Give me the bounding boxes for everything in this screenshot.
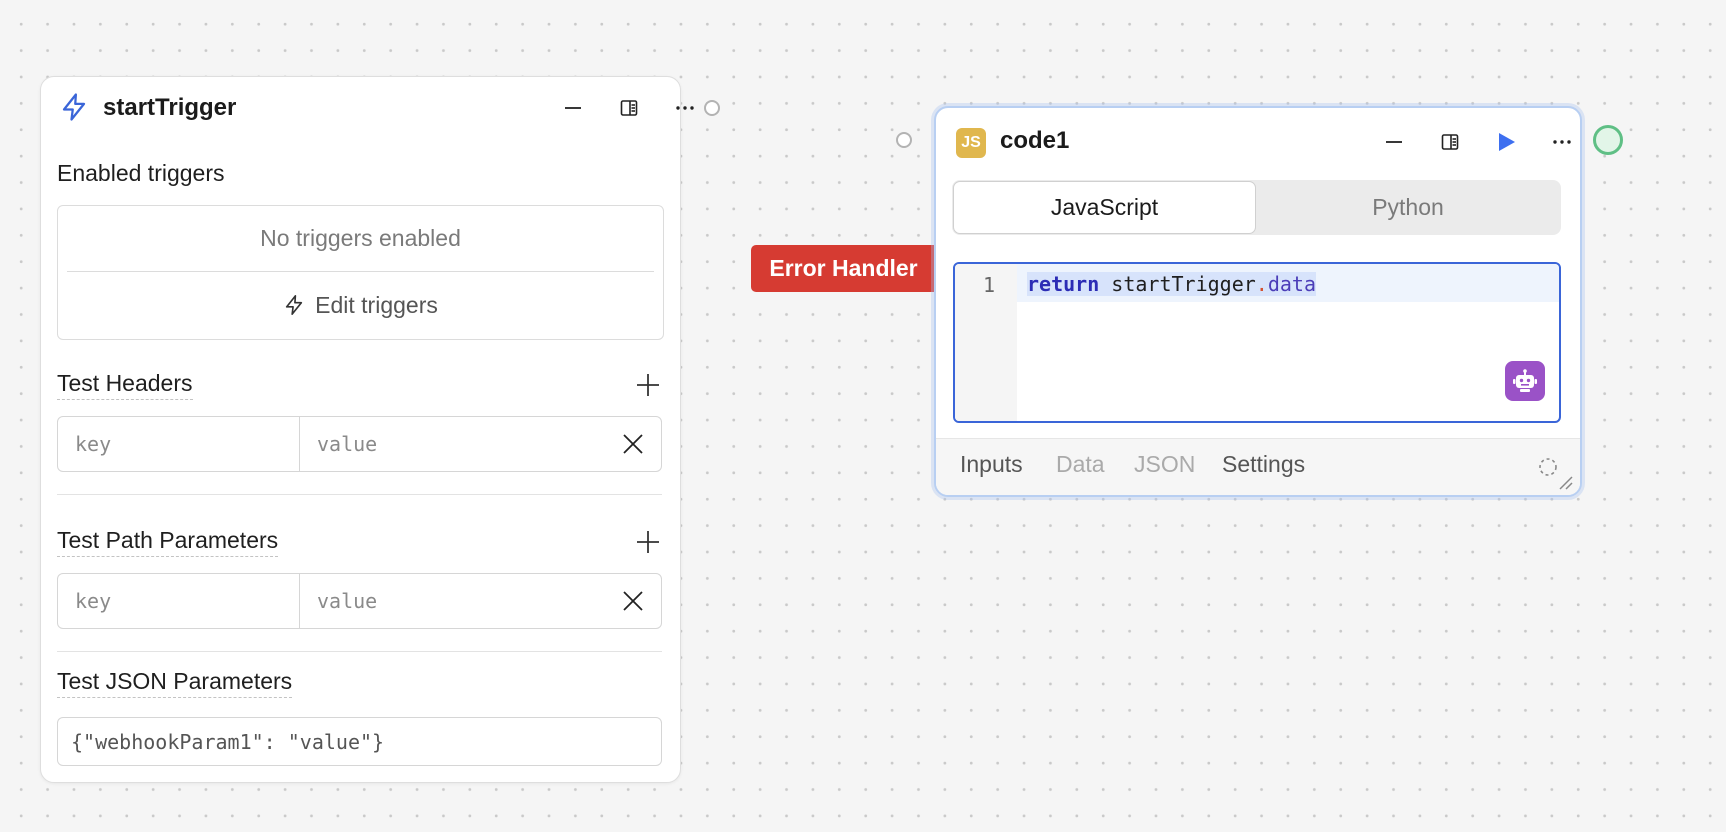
remove-path-param-button[interactable]	[619, 587, 647, 615]
test-headers-label: Test Headers	[57, 370, 193, 400]
header-value-cell	[300, 417, 620, 471]
code-dot: .	[1255, 272, 1268, 296]
minimize-button[interactable]	[556, 91, 590, 125]
loading-spinner-icon	[1539, 458, 1557, 476]
start-trigger-node[interactable]: startTrigger Enabled triggers No trigger…	[40, 76, 694, 783]
code-keyword: return	[1027, 272, 1100, 296]
edit-triggers-label: Edit triggers	[315, 291, 438, 318]
add-header-button[interactable]	[633, 370, 663, 400]
plus-icon	[637, 374, 659, 396]
json-params-input[interactable]	[58, 718, 661, 765]
path-param-key-input[interactable]	[58, 574, 299, 628]
language-tabs: JavaScript Python	[952, 180, 1561, 235]
add-path-param-button[interactable]	[633, 527, 663, 557]
minimize-icon	[565, 107, 581, 109]
divider	[57, 651, 662, 652]
robot-icon	[1513, 369, 1537, 392]
edit-triggers-button[interactable]: Edit triggers	[58, 272, 663, 338]
path-param-value-cell	[300, 574, 620, 628]
more-options-button[interactable]	[1545, 125, 1579, 159]
header-key-cell	[58, 417, 300, 471]
more-dots-icon	[1553, 140, 1571, 144]
start-trigger-header: startTrigger	[41, 77, 694, 137]
test-path-params-label: Test Path Parameters	[57, 527, 279, 557]
header-value-input[interactable]	[300, 417, 620, 471]
tab-data: Data	[1056, 451, 1105, 477]
more-options-button[interactable]	[668, 91, 702, 125]
tab-settings[interactable]: Settings	[1222, 451, 1305, 478]
path-param-row	[57, 573, 662, 629]
path-param-key-cell	[58, 574, 300, 628]
node-title: code1	[1000, 127, 1070, 154]
test-json-params-label: Test JSON Parameters	[57, 668, 293, 698]
header-row	[57, 416, 662, 472]
tab-inputs[interactable]: Inputs	[960, 451, 1023, 478]
tab-python[interactable]: Python	[1256, 180, 1560, 235]
resize-handle-icon[interactable]	[1558, 475, 1574, 491]
ai-assistant-button[interactable]	[1505, 361, 1545, 401]
divider	[57, 494, 662, 495]
code-node[interactable]: JS code1 JavaScript Python 1 return star…	[934, 106, 1582, 497]
close-icon	[623, 591, 643, 611]
code-editor[interactable]: 1 return startTrigger.data	[953, 262, 1561, 423]
javascript-badge-icon: JS	[956, 128, 986, 158]
enabled-triggers-label: Enabled triggers	[57, 160, 225, 186]
plus-icon	[637, 531, 659, 553]
tab-json: JSON	[1134, 451, 1196, 477]
code-property: data	[1267, 272, 1317, 296]
run-button[interactable]	[1489, 125, 1523, 159]
side-panel-icon	[1441, 134, 1459, 150]
code-node-output-handle[interactable]	[1593, 125, 1623, 155]
minimize-button[interactable]	[1377, 125, 1411, 159]
node-title: startTrigger	[103, 94, 237, 121]
code-identifier: startTrigger	[1111, 272, 1256, 296]
close-icon	[623, 434, 643, 454]
json-params-field	[57, 717, 662, 766]
no-triggers-text: No triggers enabled	[260, 225, 461, 251]
line-number: 1	[982, 273, 995, 297]
path-param-value-input[interactable]	[300, 574, 620, 628]
start-trigger-output-handle[interactable]	[704, 100, 720, 116]
tab-javascript[interactable]: JavaScript	[953, 181, 1256, 234]
code-line[interactable]: return startTrigger.data	[1027, 272, 1317, 296]
lightning-bolt-icon	[62, 93, 86, 121]
error-handler-tag[interactable]: Error Handler	[751, 245, 936, 292]
header-key-input[interactable]	[58, 417, 299, 471]
panel-toggle-button[interactable]	[612, 91, 646, 125]
triggers-box: No triggers enabled Edit triggers	[57, 205, 664, 340]
panel-toggle-button[interactable]	[1433, 125, 1467, 159]
node-bottom-tabs: Inputs Data JSON Settings	[936, 438, 1580, 495]
side-panel-icon	[620, 100, 638, 116]
lightning-bolt-icon	[285, 295, 303, 315]
play-icon	[1499, 133, 1515, 151]
more-dots-icon	[676, 106, 694, 110]
minimize-icon	[1386, 141, 1402, 143]
remove-header-button[interactable]	[619, 430, 647, 458]
code-node-input-handle[interactable]	[896, 132, 912, 148]
